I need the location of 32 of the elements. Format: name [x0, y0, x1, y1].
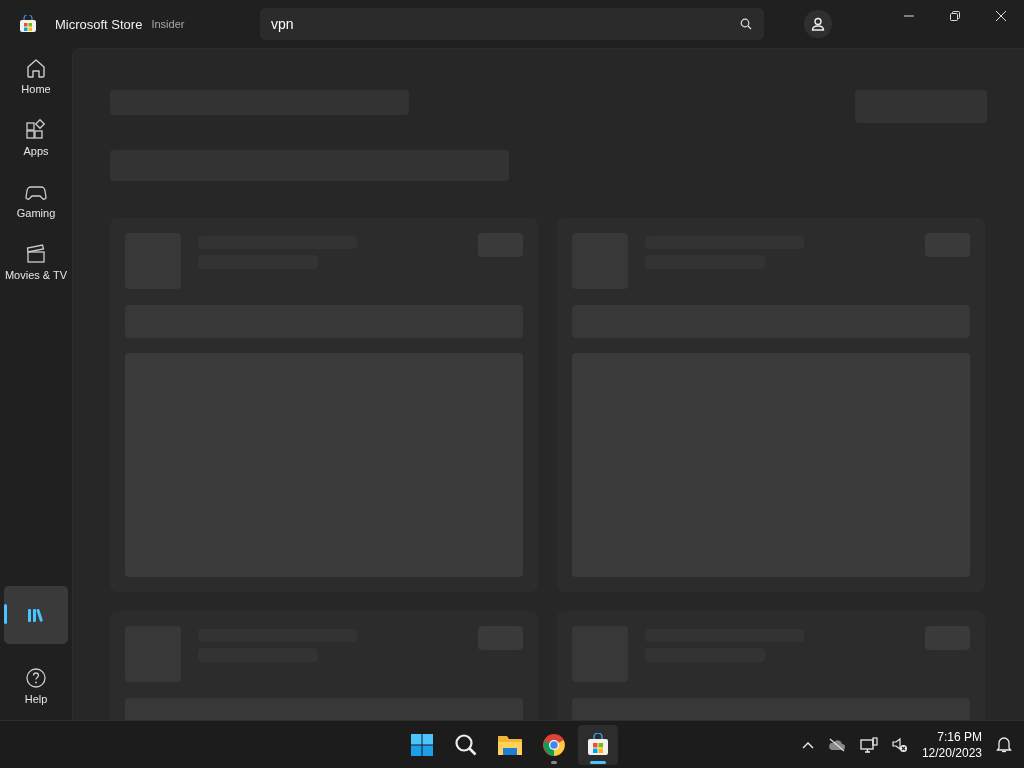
channel-label: Insider: [151, 18, 185, 30]
person-icon: [811, 17, 825, 31]
network-icon[interactable]: [859, 736, 878, 753]
browser-icon: [542, 732, 566, 757]
close-icon: [995, 10, 1007, 22]
clock-time[interactable]: 7:16 PM: [937, 728, 982, 745]
search-icon: [740, 18, 752, 30]
chevron-up-icon[interactable]: [801, 740, 814, 749]
notification-bell-icon[interactable]: [996, 736, 1012, 753]
apps-icon: [25, 119, 47, 141]
windows-logo-icon: [410, 732, 434, 757]
clapperboard-icon: [25, 243, 47, 265]
restore-icon: [949, 10, 961, 22]
store-icon: [586, 732, 610, 757]
nav-item[interactable]: Home: [4, 48, 68, 104]
selection-indicator: [4, 604, 7, 624]
library-button[interactable]: [4, 586, 68, 644]
clock-date[interactable]: 12/20/2023: [921, 744, 982, 761]
nav-item[interactable]: Apps: [4, 110, 68, 166]
search-field[interactable]: vpn: [260, 8, 764, 40]
app-title: Microsoft Store: [55, 16, 143, 32]
nav-item[interactable]: Movies & TV: [4, 234, 68, 290]
cloud-off-icon[interactable]: [827, 737, 846, 752]
taskbar-button[interactable]: [578, 724, 618, 765]
nav-item[interactable]: Gaming: [4, 172, 68, 228]
account-button[interactable]: [804, 10, 832, 38]
help-icon: [25, 667, 47, 689]
nav-item[interactable]: Help: [4, 658, 68, 714]
speaker-muted-icon[interactable]: [891, 736, 908, 753]
home-icon: [25, 57, 47, 79]
store-logo-icon: [19, 15, 37, 33]
search-icon: [454, 732, 478, 757]
